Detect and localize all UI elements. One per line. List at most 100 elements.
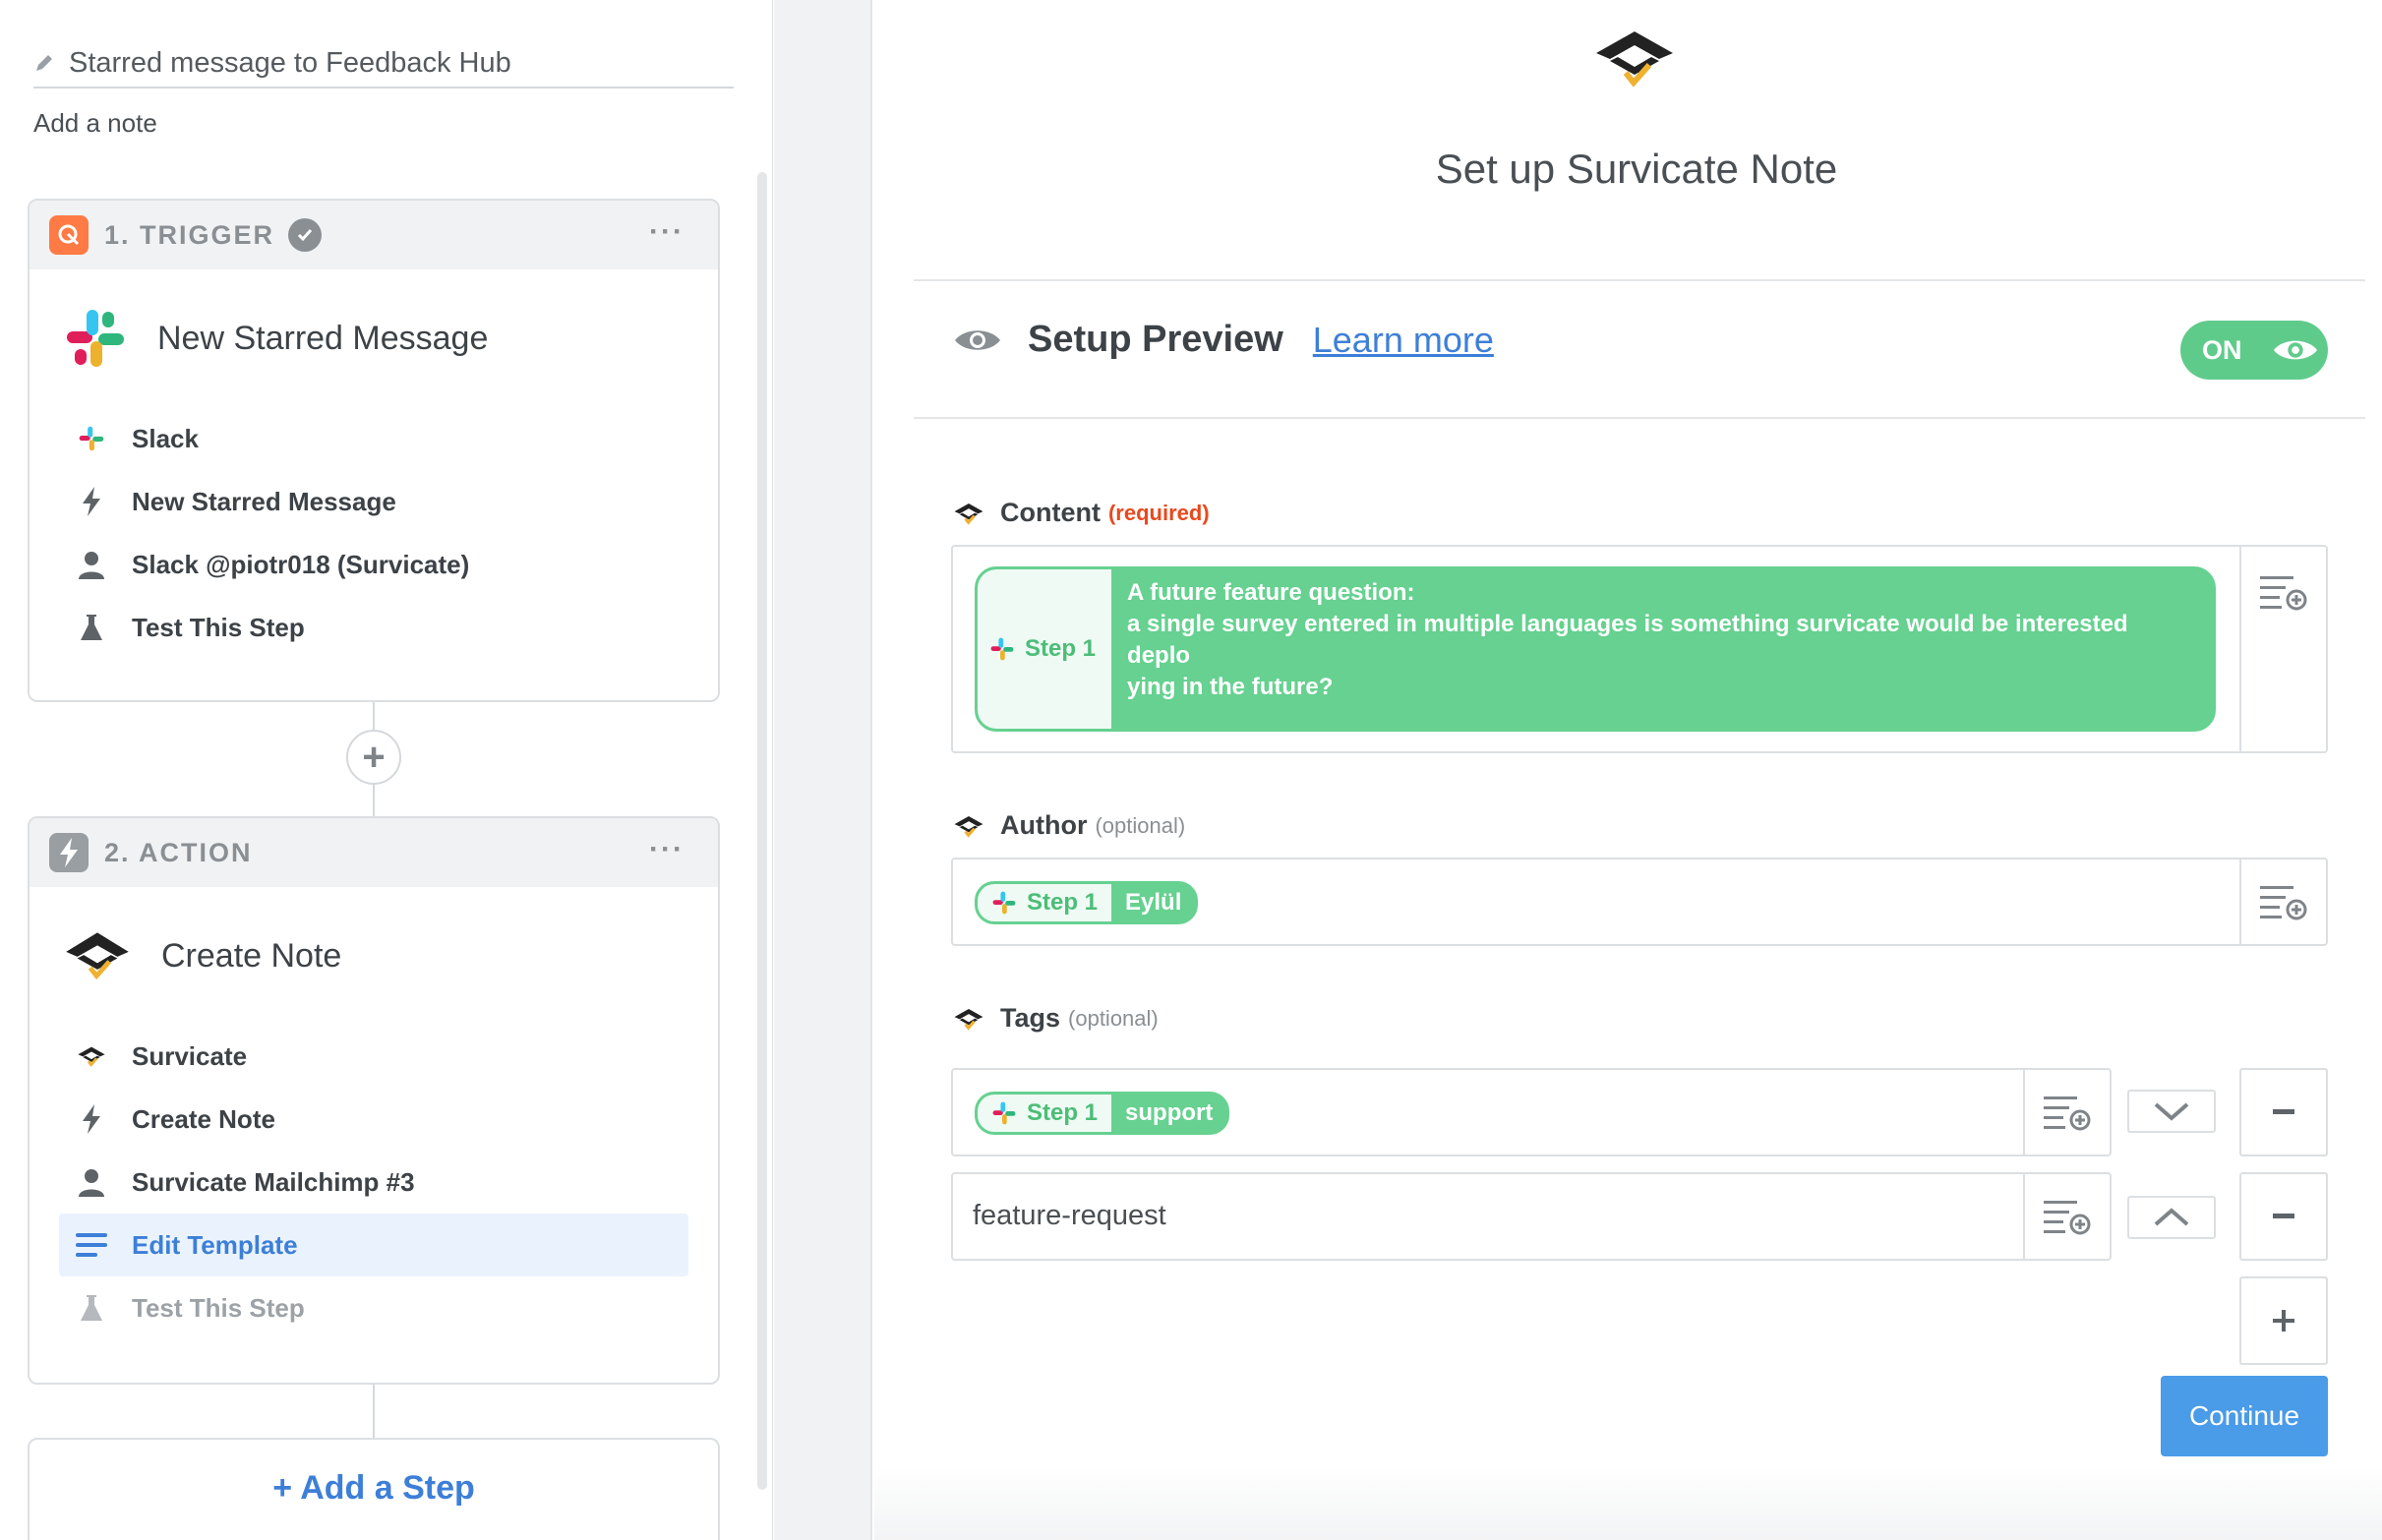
detail-label: Create Note bbox=[132, 1103, 275, 1134]
insert-data-icon bbox=[2044, 1201, 2091, 1235]
required-badge: (required) bbox=[1107, 500, 1210, 525]
list-icon bbox=[75, 1228, 108, 1262]
trigger-detail-event[interactable]: New Starred Message bbox=[59, 470, 688, 533]
toggle-label: ON bbox=[2202, 334, 2242, 365]
action-detail-edit-template[interactable]: Edit Template bbox=[59, 1214, 688, 1276]
add-step-button[interactable]: + Add a Step bbox=[272, 1469, 475, 1540]
more-options-icon[interactable]: ··· bbox=[649, 835, 685, 864]
content-step-pill[interactable]: Step 1 A future feature question: a sing… bbox=[975, 566, 2217, 732]
remove-tag-button[interactable] bbox=[2239, 1068, 2328, 1156]
survicate-logo-icon bbox=[66, 932, 129, 980]
insert-field-button[interactable] bbox=[2023, 1070, 2110, 1155]
action-step-label: 2. ACTION bbox=[104, 837, 253, 867]
trigger-badge-icon bbox=[49, 215, 89, 255]
trigger-detail-account[interactable]: Slack @piotr018 (Survicate) bbox=[59, 533, 688, 596]
insert-field-button[interactable] bbox=[2239, 547, 2326, 751]
action-app-title: Create Note bbox=[161, 936, 342, 975]
setup-preview-row: Setup Preview Learn more bbox=[953, 319, 1494, 361]
trigger-detail-app[interactable]: Slack bbox=[59, 407, 688, 470]
connector-line bbox=[373, 785, 375, 816]
optional-badge: (optional) bbox=[1068, 1005, 1159, 1031]
content-input[interactable]: Step 1 A future feature question: a sing… bbox=[951, 545, 2328, 753]
insert-field-button[interactable] bbox=[2023, 1174, 2110, 1259]
detail-label: Slack bbox=[132, 423, 199, 453]
slack-icon bbox=[75, 422, 108, 455]
divider bbox=[914, 417, 2365, 419]
step-label: Step 1 bbox=[1027, 889, 1099, 916]
detail-label: Test This Step bbox=[132, 1292, 305, 1323]
action-badge-icon bbox=[49, 833, 89, 872]
more-options-icon[interactable]: ··· bbox=[649, 217, 685, 247]
detail-label: New Starred Message bbox=[132, 486, 396, 516]
add-tag-button[interactable] bbox=[2239, 1276, 2328, 1365]
flask-icon bbox=[75, 611, 108, 644]
content-value: A future feature question: a single surv… bbox=[1127, 579, 2128, 700]
learn-more-link[interactable]: Learn more bbox=[1313, 320, 1494, 361]
eye-icon bbox=[955, 329, 1000, 350]
author-input[interactable]: Step 1 Eylül bbox=[951, 858, 2328, 946]
content-field-label: Content (required) bbox=[953, 498, 1210, 528]
action-app-row: Create Note bbox=[30, 887, 718, 1025]
slack-logo-icon bbox=[67, 310, 124, 367]
field-name: Content bbox=[1000, 498, 1101, 527]
step-token: Step 1 bbox=[978, 569, 1112, 729]
editor-gutter bbox=[774, 0, 872, 1540]
action-detail-app[interactable]: Survicate bbox=[59, 1025, 688, 1088]
sidebar-scrollbar[interactable] bbox=[757, 172, 767, 1490]
action-detail-account[interactable]: Survicate Mailchimp #3 bbox=[59, 1151, 688, 1214]
trigger-step-card[interactable]: 1. TRIGGER ··· New Starred Message Slack… bbox=[28, 199, 720, 702]
tag-step-pill[interactable]: Step 1 support bbox=[975, 1092, 1230, 1135]
move-down-button[interactable] bbox=[2127, 1090, 2216, 1133]
tag-text-value: feature-request bbox=[973, 1200, 1166, 1231]
survicate-icon bbox=[954, 1008, 983, 1031]
insert-step-button[interactable]: + bbox=[346, 730, 401, 785]
action-step-header[interactable]: 2. ACTION ··· bbox=[30, 818, 718, 887]
detail-label: Survicate Mailchimp #3 bbox=[132, 1166, 415, 1197]
preview-toggle[interactable]: ON bbox=[2180, 321, 2328, 380]
tags-field-label: Tags (optional) bbox=[953, 1003, 1159, 1034]
add-step-card: + Add a Step bbox=[28, 1438, 720, 1540]
action-detail-event[interactable]: Create Note bbox=[59, 1088, 688, 1151]
trigger-step-header[interactable]: 1. TRIGGER ··· bbox=[30, 201, 718, 269]
slack-icon bbox=[992, 891, 1016, 915]
zap-title-field[interactable]: Starred message to Feedback Hub bbox=[33, 39, 734, 89]
survicate-icon bbox=[954, 815, 983, 838]
detail-label: Test This Step bbox=[132, 612, 305, 642]
tag-input-2[interactable]: feature-request bbox=[951, 1172, 2112, 1261]
remove-tag-button[interactable] bbox=[2239, 1172, 2328, 1261]
field-name: Author bbox=[1000, 810, 1088, 840]
action-detail-test[interactable]: Test This Step bbox=[59, 1276, 688, 1339]
survicate-logo-icon bbox=[1596, 31, 1673, 88]
trigger-step-label: 1. TRIGGER bbox=[104, 219, 275, 250]
survicate-icon bbox=[75, 1039, 108, 1073]
survicate-icon bbox=[954, 503, 983, 525]
move-up-button[interactable] bbox=[2127, 1196, 2216, 1239]
step-token: Step 1 bbox=[978, 884, 1112, 921]
chevron-down-icon bbox=[2154, 1102, 2189, 1121]
step-token: Step 1 bbox=[978, 1095, 1112, 1132]
step-label: Step 1 bbox=[1025, 635, 1097, 662]
check-icon bbox=[288, 218, 323, 252]
field-name: Tags bbox=[1000, 1003, 1061, 1033]
minus-icon bbox=[2273, 1214, 2294, 1218]
eye-icon bbox=[2273, 340, 2317, 360]
insert-field-button[interactable] bbox=[2239, 859, 2326, 944]
tag-value: support bbox=[1125, 1099, 1214, 1126]
user-icon bbox=[75, 1165, 108, 1199]
continue-button[interactable]: Continue bbox=[2161, 1376, 2328, 1456]
author-step-pill[interactable]: Step 1 Eylül bbox=[975, 881, 1199, 924]
zap-title-text: Starred message to Feedback Hub bbox=[69, 46, 511, 79]
bolt-icon bbox=[75, 1102, 108, 1136]
detail-label: Edit Template bbox=[132, 1229, 298, 1260]
add-note-link[interactable]: Add a note bbox=[33, 108, 157, 139]
step-label: Step 1 bbox=[1027, 1099, 1099, 1126]
action-details-list: Survicate Create Note Survicate Mailchim… bbox=[30, 1025, 718, 1339]
panel-footer-fade bbox=[874, 1465, 2382, 1540]
detail-label: Slack @piotr018 (Survicate) bbox=[132, 549, 470, 579]
trigger-detail-test[interactable]: Test This Step bbox=[59, 596, 688, 659]
setup-preview-title: Setup Preview bbox=[1028, 319, 1283, 360]
action-step-card[interactable]: 2. ACTION ··· Create Note Survicate Crea… bbox=[28, 816, 720, 1385]
trigger-details-list: Slack New Starred Message Slack @piotr01… bbox=[30, 407, 718, 659]
author-field-label: Author (optional) bbox=[953, 810, 1185, 841]
tag-input-1[interactable]: Step 1 support bbox=[951, 1068, 2112, 1156]
